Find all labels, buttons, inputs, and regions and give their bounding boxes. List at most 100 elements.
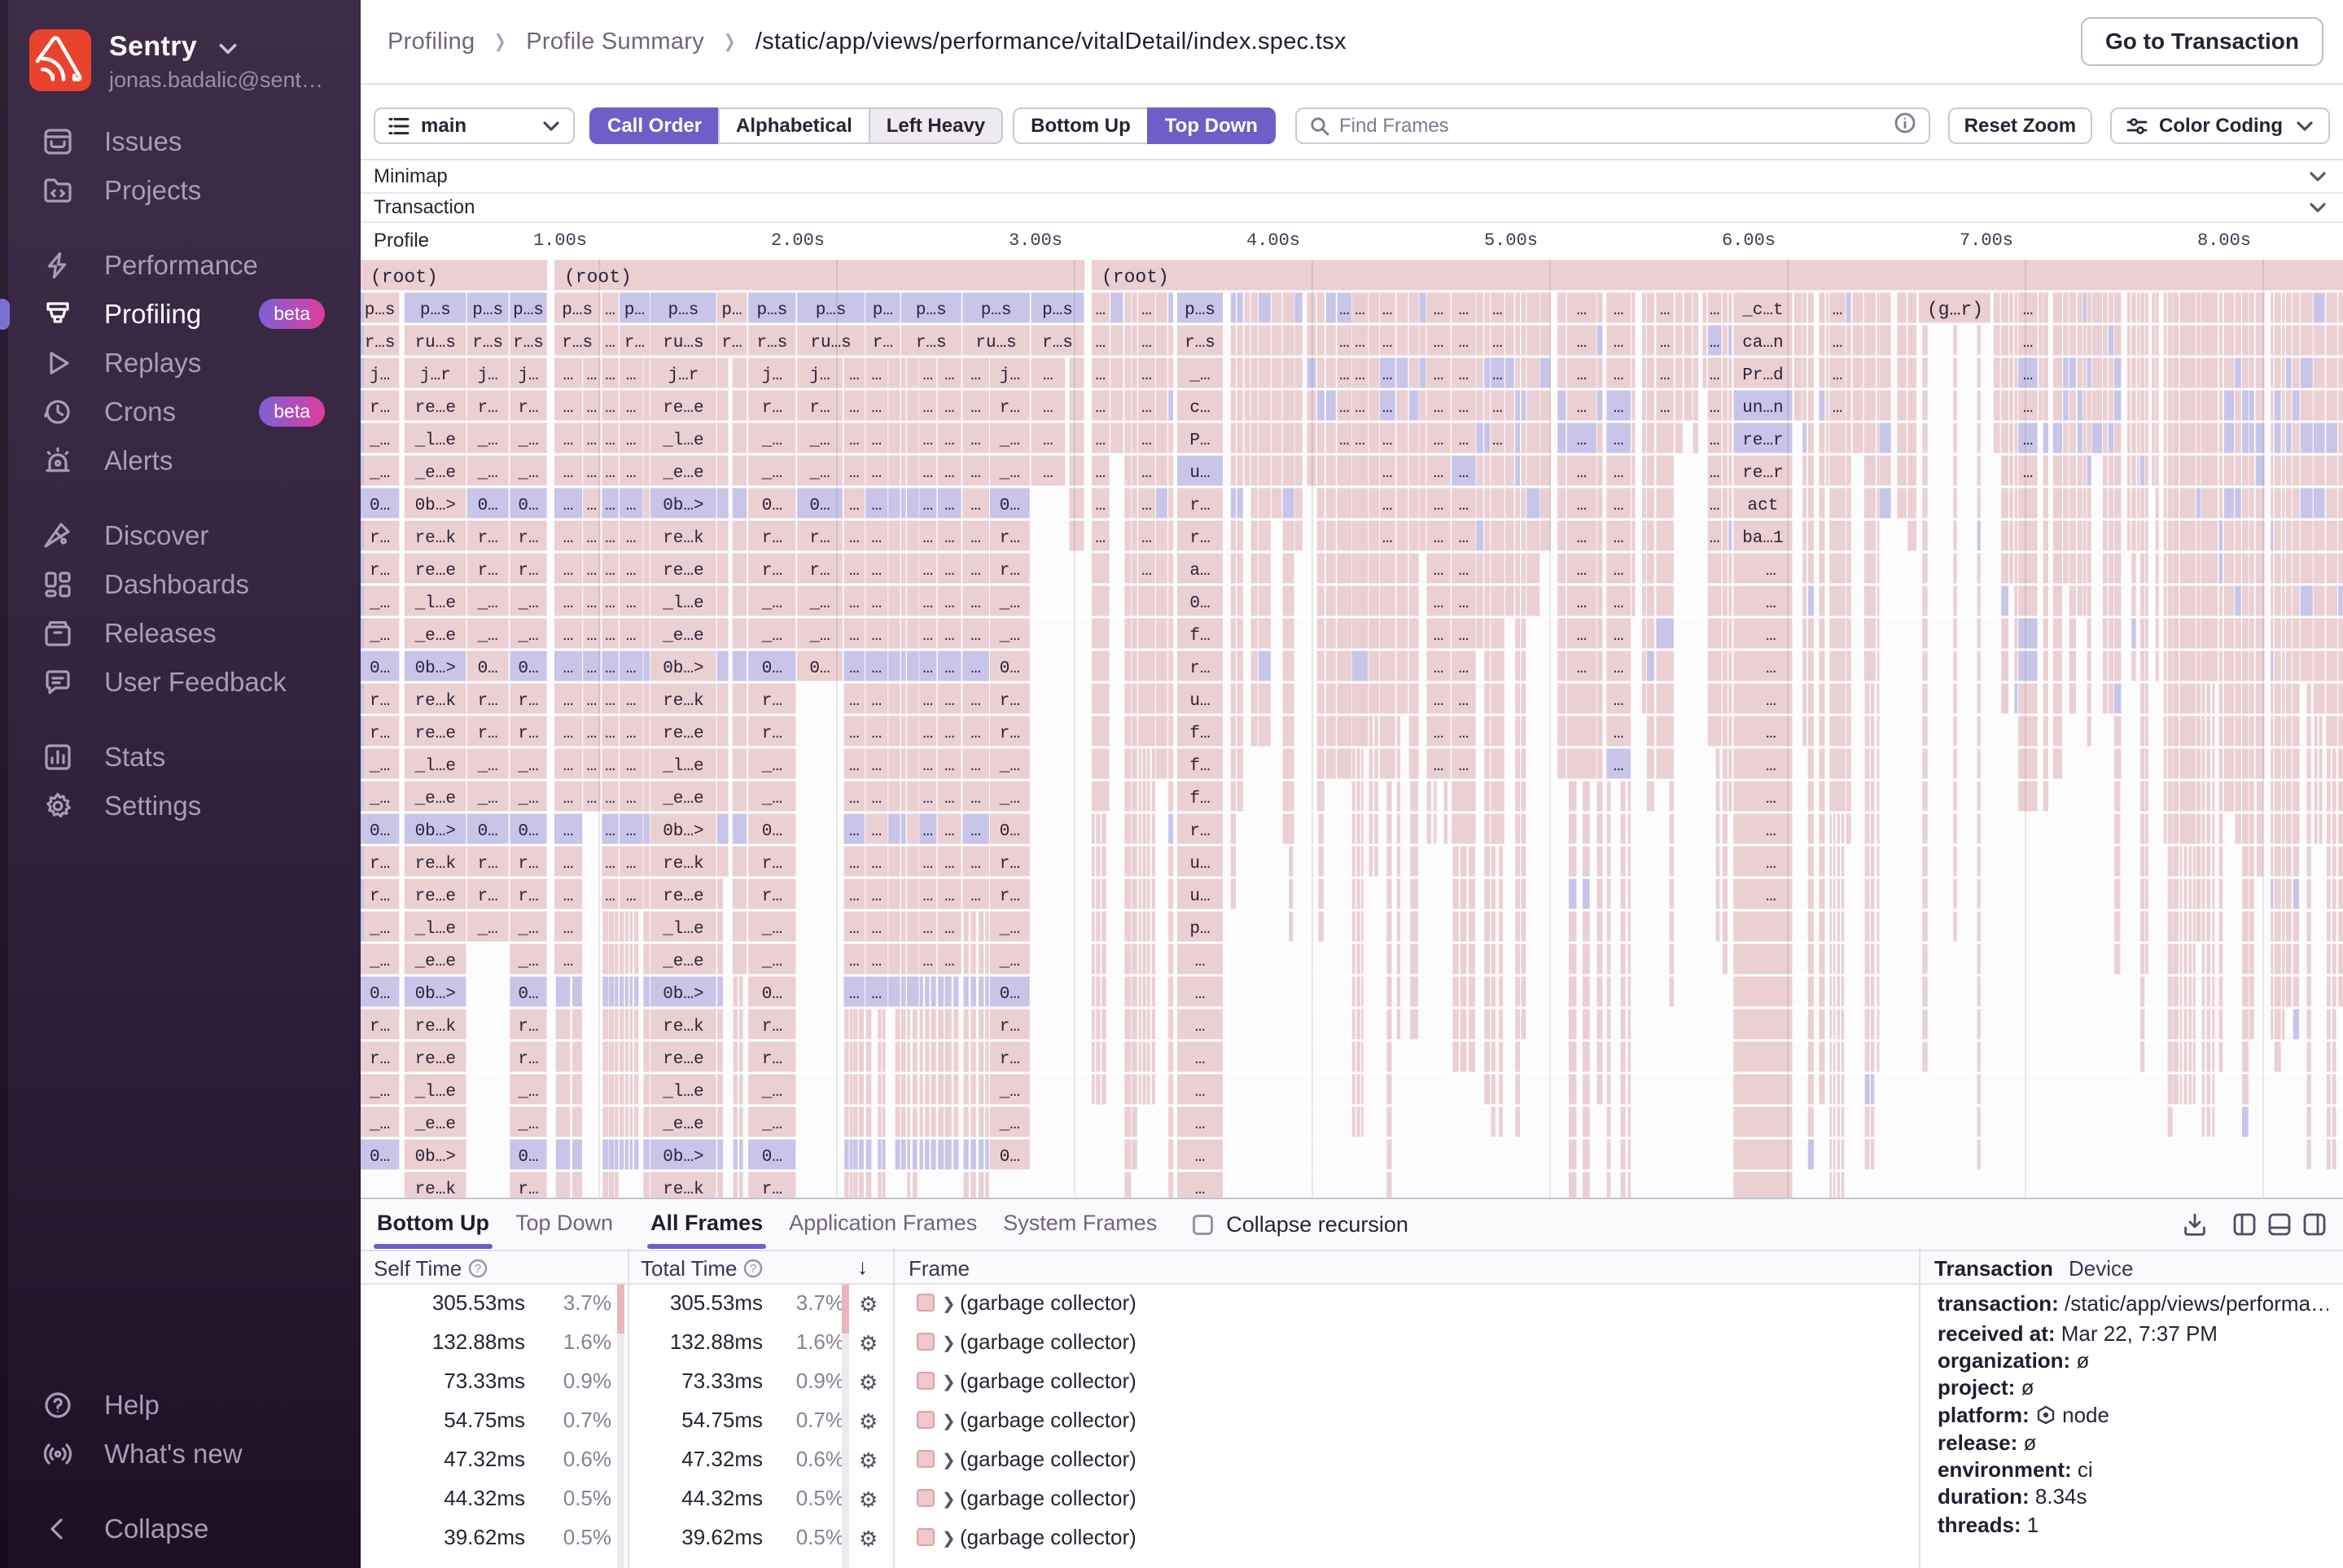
- svg-text:r…: r…: [1000, 725, 1020, 743]
- svg-text:_l…e: _l…e: [414, 1083, 456, 1102]
- svg-text:…: …: [1458, 366, 1469, 385]
- svg-text:…: …: [1382, 334, 1393, 353]
- svg-text:…: …: [871, 659, 882, 678]
- svg-text:_…: _…: [517, 627, 538, 646]
- svg-text:…: …: [1382, 529, 1393, 548]
- svg-text:…: …: [944, 822, 955, 841]
- svg-text:…: …: [605, 659, 615, 678]
- svg-text:ru…s: ru…s: [810, 334, 851, 353]
- svg-text:…: …: [944, 757, 955, 776]
- svg-text:0…: 0…: [762, 985, 782, 1004]
- svg-text:…: …: [970, 529, 981, 548]
- svg-text:_…: _…: [517, 464, 538, 483]
- svg-text:r…: r…: [370, 1018, 390, 1036]
- svg-text:_…: _…: [517, 1083, 538, 1102]
- svg-text:_…: _…: [808, 431, 830, 450]
- svg-text:r…: r…: [762, 399, 782, 418]
- svg-text:r…s: r…s: [472, 334, 503, 353]
- svg-text:r…: r…: [1000, 399, 1020, 418]
- svg-text:0…: 0…: [478, 822, 498, 841]
- svg-text:p…s: p…s: [816, 301, 847, 320]
- svg-text:…: …: [1710, 431, 1720, 450]
- svg-text:…: …: [1195, 1115, 1206, 1134]
- svg-text:_…: _…: [517, 953, 538, 971]
- svg-text:…: …: [871, 562, 882, 580]
- svg-text:…: …: [586, 366, 597, 385]
- svg-text:_…: _…: [369, 953, 390, 971]
- svg-text:…: …: [605, 692, 615, 711]
- svg-text:…: …: [849, 887, 860, 906]
- svg-text:_…: _…: [517, 757, 538, 776]
- svg-text:p…s: p…s: [1042, 301, 1073, 320]
- svg-text:_…: _…: [369, 594, 390, 613]
- svg-text:r…: r…: [518, 855, 538, 874]
- svg-text:…: …: [1710, 497, 1720, 515]
- svg-text:_…: _…: [369, 1083, 390, 1102]
- svg-text:…: …: [970, 790, 981, 808]
- svg-text:…: …: [944, 692, 955, 711]
- svg-text:…: …: [1492, 334, 1503, 353]
- svg-text:…: …: [871, 399, 882, 418]
- svg-text:…: …: [563, 855, 574, 874]
- svg-text:?: ?: [750, 1262, 756, 1276]
- svg-text:_…: _…: [999, 464, 1020, 483]
- svg-text:…: …: [586, 692, 597, 711]
- svg-text:r…: r…: [518, 1180, 538, 1198]
- svg-text:…: …: [1614, 594, 1624, 613]
- svg-text:_…: _…: [1189, 366, 1210, 385]
- svg-text:re…e: re…e: [663, 1050, 703, 1069]
- svg-text:…: …: [1195, 1148, 1206, 1167]
- svg-text:p…s: p…s: [668, 301, 699, 320]
- svg-text:re…e: re…e: [663, 562, 703, 580]
- svg-text:…: …: [605, 790, 615, 808]
- svg-text:r…: r…: [721, 334, 742, 353]
- svg-text:…: …: [922, 529, 933, 548]
- svg-text:0b…>: 0b…>: [663, 659, 703, 678]
- svg-text:…: …: [871, 692, 882, 711]
- svg-text:r…: r…: [478, 399, 498, 418]
- svg-text:…: …: [626, 887, 637, 906]
- svg-text:…: …: [944, 399, 955, 418]
- svg-text:r…s: r…s: [365, 334, 396, 353]
- svg-text:…: …: [1095, 399, 1106, 418]
- svg-text:0…: 0…: [1189, 594, 1210, 613]
- svg-text:re…e: re…e: [415, 887, 456, 906]
- svg-text:…: …: [586, 399, 597, 418]
- svg-text:_…: _…: [808, 464, 830, 483]
- svg-text:…: …: [605, 855, 615, 874]
- svg-text:r…: r…: [1000, 1050, 1020, 1069]
- svg-text:…: …: [563, 594, 574, 613]
- svg-text:0b…>: 0b…>: [415, 985, 456, 1004]
- svg-text:…: …: [1434, 529, 1444, 548]
- svg-text:…: …: [1458, 562, 1469, 580]
- svg-text:…: …: [1095, 334, 1106, 353]
- svg-text:0…: 0…: [518, 1148, 538, 1167]
- svg-text:_e…e: _e…e: [414, 1115, 456, 1134]
- svg-text:re…k: re…k: [663, 1180, 703, 1198]
- svg-text:…: …: [2023, 301, 2034, 320]
- svg-text:…: …: [849, 497, 860, 515]
- svg-text:…: …: [1339, 399, 1350, 418]
- svg-text:…: …: [1141, 301, 1152, 320]
- svg-text:_l…e: _l…e: [414, 920, 456, 939]
- svg-text:…: …: [1614, 659, 1624, 678]
- svg-text:…: …: [1141, 334, 1152, 353]
- svg-text:…: …: [970, 757, 981, 776]
- svg-text:…: …: [871, 757, 882, 776]
- svg-text:…: …: [1458, 464, 1469, 483]
- svg-text:P…: P…: [1189, 431, 1210, 450]
- svg-text:_…: _…: [808, 627, 830, 646]
- svg-text:0…: 0…: [1000, 659, 1020, 678]
- svg-text:…: …: [1833, 334, 1843, 353]
- svg-text:…: …: [2023, 399, 2034, 418]
- svg-text:…: …: [922, 887, 933, 906]
- svg-text:…: …: [871, 529, 882, 548]
- svg-text:…: …: [1833, 399, 1843, 418]
- svg-text:…: …: [1492, 431, 1503, 450]
- svg-text:…: …: [1576, 431, 1587, 450]
- svg-text:0b…>: 0b…>: [663, 497, 703, 515]
- svg-text:…: …: [922, 594, 933, 613]
- svg-text:p…: p…: [624, 301, 645, 320]
- svg-text:…: …: [849, 790, 860, 808]
- svg-text:r…: r…: [809, 529, 830, 548]
